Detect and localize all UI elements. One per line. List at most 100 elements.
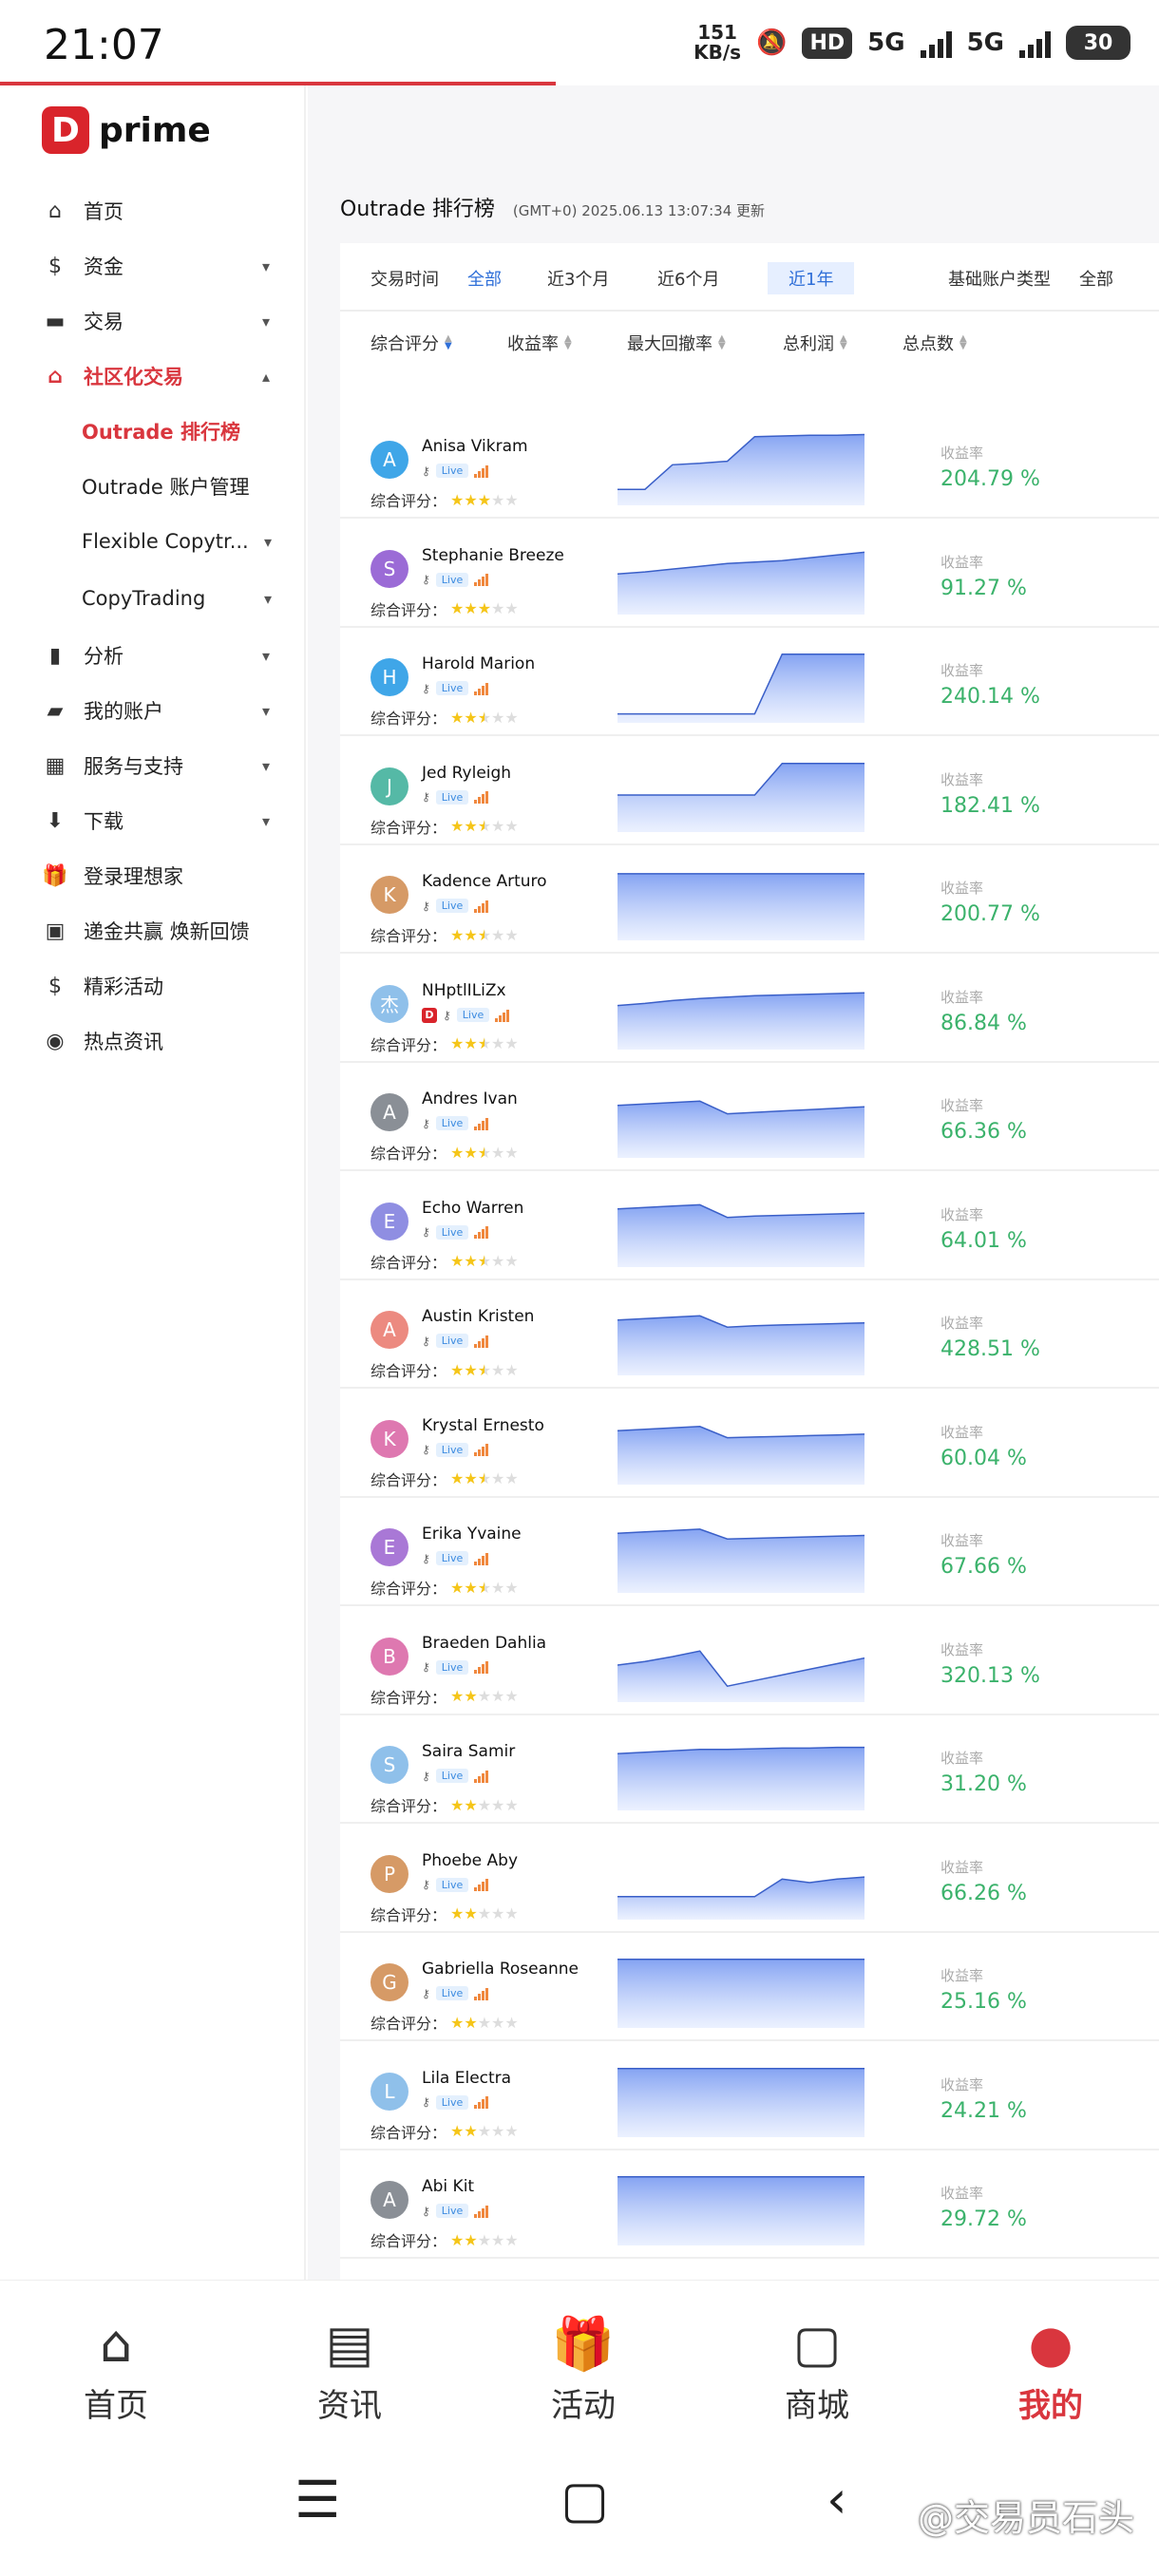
- live-badge: Live: [456, 1008, 490, 1022]
- sort-overall-rating[interactable]: 综合评分 ▲ ▼: [370, 331, 452, 355]
- trader-name: Harold Marion: [422, 654, 536, 673]
- sidebar-item-rewards[interactable]: ▣ 递金共赢 焕新回馈: [42, 910, 270, 952]
- key-icon: ⚷: [422, 899, 430, 913]
- trader-name: NHptlILiZx: [422, 980, 506, 1000]
- trader-card[interactable]: A Abi Kit ⚷ Live 综合评分： ★★★★★ 收益率 29.72 %: [340, 2150, 1159, 2259]
- trader-card[interactable]: A Anisa Vikram ⚷ Live 综合评分： ★★★★★ 收益率 204.79 %: [340, 410, 1159, 519]
- return-value: 200.77 %: [940, 902, 1040, 926]
- update-time: (GMT+0) 2025.06.13 13:07:34 更新: [512, 202, 766, 219]
- rating-label: 综合评分：: [370, 2232, 447, 2250]
- rating-label: 综合评分：: [370, 2123, 447, 2142]
- news-icon: ▤: [325, 2314, 374, 2374]
- account-type-label: 基础账户类型: [948, 270, 1051, 290]
- star-rating-icon: ★★★★★: [450, 817, 519, 835]
- chevron-down-icon: ▾: [261, 256, 270, 275]
- trader-meta: ⚷ Live: [422, 1442, 489, 1457]
- trader-card[interactable]: G Gabriella Roseanne ⚷ Live 综合评分： ★★★★★ 收益率 25.…: [340, 1933, 1159, 2041]
- trader-card[interactable]: L Lila Electra ⚷ Live 综合评分： ★★★★★ 收益率 24.21 %: [340, 2042, 1159, 2150]
- back-icon[interactable]: ‹: [826, 2470, 847, 2529]
- sidebar-item-home[interactable]: ⌂ 首页: [42, 190, 270, 232]
- key-icon: ⚷: [422, 1986, 430, 2000]
- key-icon: ⚷: [422, 464, 430, 478]
- brand-logo[interactable]: D prime: [42, 106, 211, 154]
- equity-sparkline: [618, 2067, 864, 2137]
- star-rating-icon: ★★★★★: [450, 599, 519, 617]
- return-label: 收益率: [940, 1967, 984, 1984]
- sparkline-area: [618, 1316, 864, 1375]
- avatar: A: [370, 2181, 408, 2219]
- overall-rating: 综合评分： ★★★★★: [370, 2120, 519, 2143]
- trader-card[interactable]: E Erika Yvaine ⚷ Live 综合评分： ★★★★★ 收益率 67.66 %: [340, 1498, 1159, 1606]
- trader-card[interactable]: S Stephanie Breeze ⚷ Live 综合评分： ★★★★★ 收益率 91.27…: [340, 520, 1159, 628]
- time-option-1y[interactable]: 近1年: [768, 262, 855, 294]
- return-value: 86.84 %: [940, 1011, 1027, 1035]
- sidebar-item-hot-news[interactable]: ◉ 热点资讯: [42, 1020, 270, 1062]
- account-type-select[interactable]: 全部: [1079, 266, 1113, 291]
- sidebar-item-support[interactable]: ▦ 服务与支持 ▾: [42, 745, 270, 786]
- trader-card[interactable]: E Echo Warren ⚷ Live 综合评分： ★★★★★ 收益率 64.01 %: [340, 1172, 1159, 1280]
- key-icon: ⚷: [422, 1334, 430, 1348]
- trader-card[interactable]: A Andres Ivan ⚷ Live 综合评分： ★★★★★ 收益率 66.36 %: [340, 1063, 1159, 1171]
- sidebar-item-login-ideal[interactable]: 🎁 登录理想家: [42, 855, 270, 897]
- sidebar-item-funds[interactable]: $ 资金 ▾: [42, 245, 270, 287]
- sidebar-subitem-flexible-copytrading[interactable]: Flexible Copytr... ▾: [82, 522, 272, 560]
- live-badge: Live: [435, 681, 469, 695]
- trader-card[interactable]: B Braeden Dahlia ⚷ Live 综合评分： ★★★★★ 收益率 320.13 …: [340, 1607, 1159, 1715]
- avatar: P: [370, 1854, 408, 1893]
- bottom-nav-activities[interactable]: 🎁 活动: [507, 2315, 659, 2426]
- trader-meta: ⚷ Live: [422, 681, 489, 695]
- sparkline-area: [618, 1959, 864, 2028]
- trader-card[interactable]: S Saira Samir ⚷ Live 综合评分： ★★★★★ 收益率 31.20 %: [340, 1715, 1159, 1824]
- trader-card[interactable]: K Kadence Arturo ⚷ Live 综合评分： ★★★★★ 收益率 200.77 …: [340, 845, 1159, 954]
- sidebar-item-analysis[interactable]: ▮ 分析 ▾: [42, 635, 270, 676]
- signal-strength-icon: [474, 1225, 489, 1239]
- star-rating-icon: ★★★★★: [450, 1143, 519, 1162]
- equity-sparkline: [618, 992, 864, 1050]
- time-option-6m[interactable]: 近6个月: [657, 266, 719, 291]
- bottom-nav-news[interactable]: ▤ 资讯: [274, 2315, 426, 2426]
- trader-card[interactable]: P Phoebe Aby ⚷ Live 综合评分： ★★★★★ 收益率 66.26 %: [340, 1825, 1159, 1933]
- sidebar-item-my-account[interactable]: ▰ 我的账户 ▾: [42, 690, 270, 731]
- bottom-nav-shop[interactable]: ▢ 商城: [741, 2315, 893, 2426]
- trader-card[interactable]: H Harold Marion ⚷ Live 综合评分： ★★★★★ 收益率 240.14 %: [340, 628, 1159, 736]
- overall-rating: 综合评分： ★★★★★: [370, 1468, 519, 1490]
- sort-return-rate[interactable]: 收益率 ▲ ▼: [507, 331, 572, 355]
- trader-card[interactable]: A Austin Kristen ⚷ Live 综合评分： ★★★★★ 收益率 428.51 …: [340, 1280, 1159, 1389]
- live-badge: Live: [435, 1551, 469, 1565]
- signal-strength-icon: [474, 1660, 489, 1674]
- rating-label: 综合评分：: [370, 710, 447, 728]
- time-option-all[interactable]: 全部: [467, 266, 502, 291]
- rating-label: 综合评分：: [370, 1580, 447, 1598]
- bottom-nav-profile[interactable]: ● 我的: [975, 2315, 1127, 2426]
- sort-max-drawdown[interactable]: 最大回撤率 ▲ ▼: [627, 331, 726, 355]
- bottom-nav-home[interactable]: ⌂ 首页: [40, 2315, 192, 2426]
- trade-time-label: 交易时间: [370, 270, 439, 290]
- sidebar-item-community[interactable]: ⌂ 社区化交易 ▴: [42, 355, 270, 397]
- trader-meta: ⚷ Live: [422, 1116, 489, 1130]
- trader-name: Braeden Dahlia: [422, 1633, 547, 1653]
- live-badge: Live: [435, 2094, 469, 2110]
- sort-arrows-icon: ▲ ▼: [960, 333, 967, 351]
- community-icon: ⌂: [48, 364, 63, 388]
- sidebar-item-trade[interactable]: ▬ 交易 ▾: [42, 300, 270, 342]
- menu-icon[interactable]: ☰: [294, 2470, 340, 2529]
- home-square-icon[interactable]: ▢: [560, 2470, 609, 2529]
- sidebar-subitem-outrade-ranking[interactable]: Outrade 排行榜: [82, 412, 272, 450]
- bar-chart-icon: ▮: [48, 643, 62, 668]
- trader-card[interactable]: 杰 NHptlILiZx D ⚷ Live 综合评分： ★★★★★ 收益率 86.84 %: [340, 955, 1159, 1063]
- trader-card[interactable]: K Krystal Ernesto ⚷ Live 综合评分： ★★★★★ 收益率 60.04 …: [340, 1390, 1159, 1498]
- net-label-1: 5G: [867, 28, 905, 57]
- rating-label: 综合评分：: [370, 1797, 447, 1815]
- equity-sparkline: [618, 1875, 864, 1920]
- sparkline-area: [618, 763, 864, 832]
- sort-total-points[interactable]: 总点数 ▲ ▼: [902, 331, 967, 355]
- return-label: 收益率: [940, 1750, 984, 1767]
- sidebar-item-download[interactable]: ⬇ 下载 ▾: [42, 800, 270, 842]
- time-option-3m[interactable]: 近3个月: [547, 266, 609, 291]
- trader-card[interactable]: J Jed Ryleigh ⚷ Live 综合评分： ★★★★★ 收益率 182.41 %: [340, 737, 1159, 845]
- sidebar-subitem-outrade-accounts[interactable]: Outrade 账户管理: [82, 467, 272, 505]
- sort-total-profit[interactable]: 总利润 ▲ ▼: [783, 331, 847, 355]
- sidebar-item-activities[interactable]: $ 精彩活动: [42, 965, 270, 1007]
- sidebar-subitem-copytrading[interactable]: CopyTrading ▾: [82, 579, 272, 617]
- trader-name: Gabriella Roseanne: [422, 1960, 580, 1979]
